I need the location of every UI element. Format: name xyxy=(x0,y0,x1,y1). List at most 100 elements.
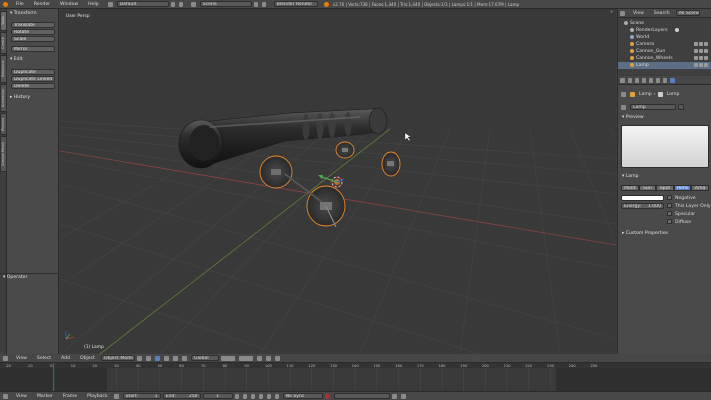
editor-type-icon[interactable] xyxy=(3,393,8,399)
layers-icon[interactable] xyxy=(238,355,253,361)
lamp-datablock-name[interactable]: Lamp xyxy=(630,104,676,110)
preview-panel-header[interactable]: ▾ Preview xyxy=(622,115,644,120)
world-tab-icon[interactable] xyxy=(649,77,653,83)
front-left-wheel[interactable] xyxy=(259,155,293,189)
render-tab-icon[interactable] xyxy=(628,77,632,83)
visibility-eye-icon[interactable] xyxy=(694,42,698,46)
interaction-mode-selector[interactable]: Object Mode xyxy=(100,355,135,361)
tab-relations[interactable]: Relations xyxy=(0,55,7,83)
outliner-item-world[interactable]: World xyxy=(618,34,711,41)
lamp-type-area[interactable]: Area xyxy=(691,185,709,191)
renderability-camera-icon[interactable] xyxy=(704,63,708,67)
view3d-menu-object[interactable]: Object xyxy=(76,356,99,361)
add-screen-icon[interactable] xyxy=(170,1,175,7)
scale-manipulator-icon[interactable] xyxy=(181,355,187,361)
lamp-data-icon[interactable] xyxy=(621,104,626,110)
view3d-menu-add[interactable]: Add xyxy=(57,356,74,361)
lamp-type-spot[interactable]: Spot xyxy=(656,185,674,191)
renderability-camera-icon[interactable] xyxy=(704,49,708,53)
transform-orientation-selector[interactable]: Global xyxy=(190,355,219,361)
timeline-editor[interactable]: -20 -10 0 10 20 30 40 50 60 70 80 90 100 110 120 130 140… xyxy=(0,363,711,391)
jump-end-icon[interactable] xyxy=(274,393,279,399)
outliner-menu-view[interactable]: View xyxy=(629,11,648,16)
manipulator-toggle-icon[interactable] xyxy=(154,355,160,361)
timeline-ruler[interactable]: -20 -10 0 10 20 30 40 50 60 70 80 90 100 110 120 130 140… xyxy=(0,363,711,391)
3d-viewport[interactable]: User Persp (1) Lamp + xyxy=(60,9,616,354)
far-wheel[interactable] xyxy=(335,141,355,159)
selectability-arrow-icon[interactable] xyxy=(699,56,703,60)
visibility-eye-icon[interactable] xyxy=(694,49,698,53)
screen-layout-selector[interactable]: Default xyxy=(116,1,169,7)
option-specular[interactable]: Specular xyxy=(667,211,695,217)
editor-type-icon[interactable] xyxy=(620,10,625,16)
viewport-scene[interactable] xyxy=(60,9,616,354)
history-panel-header[interactable]: ▸ History xyxy=(10,95,30,100)
rotate-manipulator-icon[interactable] xyxy=(172,355,178,361)
checkbox[interactable] xyxy=(667,219,672,224)
blender-logo-icon[interactable] xyxy=(3,1,8,7)
tab-create[interactable]: Create xyxy=(0,32,7,54)
lamp-data-tab-icon[interactable] xyxy=(670,77,675,83)
menu-window[interactable]: Window xyxy=(56,2,82,7)
remove-screen-icon[interactable] xyxy=(178,1,183,7)
menu-help[interactable]: Help xyxy=(84,2,102,7)
rear-right-wheel[interactable] xyxy=(381,151,401,177)
timeline-menu-frame[interactable]: Frame xyxy=(59,394,81,399)
duplicate-linked-button[interactable]: Duplicate Linked xyxy=(11,76,55,82)
fake-user-button[interactable] xyxy=(678,104,684,110)
view3d-menu-view[interactable]: View xyxy=(12,356,31,361)
selectability-arrow-icon[interactable] xyxy=(699,63,703,67)
end-frame-field[interactable]: End: 250 xyxy=(162,393,201,399)
lamp-type-sun[interactable]: Sun xyxy=(638,185,657,191)
next-keyframe-icon[interactable] xyxy=(266,393,271,399)
custom-properties-panel-header[interactable]: ▸ Custom Properties xyxy=(622,231,668,236)
corner-plus-icon[interactable]: + xyxy=(610,10,614,14)
checkbox[interactable] xyxy=(667,195,672,200)
object-tab-icon[interactable] xyxy=(656,77,660,83)
checkbox[interactable] xyxy=(667,203,672,208)
menu-render[interactable]: Render xyxy=(30,2,54,7)
pin-icon[interactable] xyxy=(621,92,626,97)
scale-button[interactable]: Scale xyxy=(11,36,55,42)
record-icon[interactable] xyxy=(324,393,330,399)
tab-animation[interactable]: Animation xyxy=(0,84,7,112)
constraints-tab-icon[interactable] xyxy=(663,77,667,83)
lock-camera-icon[interactable] xyxy=(256,355,262,361)
duplicate-button[interactable]: Duplicate xyxy=(11,69,55,75)
option-this-layer-only[interactable]: This Layer Only xyxy=(667,203,711,209)
editor-type-icon[interactable] xyxy=(620,77,625,83)
preview-range-icon[interactable] xyxy=(113,393,119,399)
outliner-item-scene[interactable]: Scene xyxy=(618,20,711,27)
prev-keyframe-icon[interactable] xyxy=(242,393,247,399)
remove-scene-icon[interactable] xyxy=(261,1,266,7)
front-right-wheel[interactable] xyxy=(306,185,346,228)
lamp-color-swatch[interactable] xyxy=(621,195,664,201)
viewport-shading-icon[interactable] xyxy=(136,355,142,361)
rotate-button[interactable]: Rotate xyxy=(11,29,55,35)
snap-icon[interactable] xyxy=(265,355,271,361)
pivot-point-icon[interactable] xyxy=(145,355,151,361)
renderability-camera-icon[interactable] xyxy=(704,56,708,60)
visibility-eye-icon[interactable] xyxy=(694,56,698,60)
add-scene-icon[interactable] xyxy=(253,1,258,7)
keying-set-field[interactable] xyxy=(333,393,390,399)
current-frame-field[interactable]: 1 xyxy=(202,393,233,399)
visibility-eye-icon[interactable] xyxy=(694,63,698,67)
sync-mode-selector[interactable]: No Sync xyxy=(282,393,323,399)
mirror-button[interactable]: Mirror xyxy=(11,46,55,52)
energy-field[interactable]: Energy: 1.000 xyxy=(621,203,664,209)
selectability-arrow-icon[interactable] xyxy=(699,49,703,53)
option-diffuse[interactable]: Diffuse xyxy=(667,219,691,225)
timeline-menu-playback[interactable]: Playback xyxy=(83,394,112,399)
delete-button[interactable]: Delete xyxy=(11,83,55,89)
play-icon[interactable] xyxy=(258,393,263,399)
render-preview-icon[interactable] xyxy=(274,355,280,361)
translate-manipulator-icon[interactable] xyxy=(163,355,169,361)
tab-physics[interactable]: Physics xyxy=(0,113,7,135)
outliner-display-filter[interactable]: All Scenes xyxy=(675,10,700,16)
timeline-menu-marker[interactable]: Marker xyxy=(33,394,57,399)
delete-keyframe-icon[interactable] xyxy=(400,393,406,399)
timeline-menu-view[interactable]: View xyxy=(12,394,31,399)
outliner-menu-search[interactable]: Search xyxy=(650,11,674,16)
jump-start-icon[interactable] xyxy=(234,393,239,399)
